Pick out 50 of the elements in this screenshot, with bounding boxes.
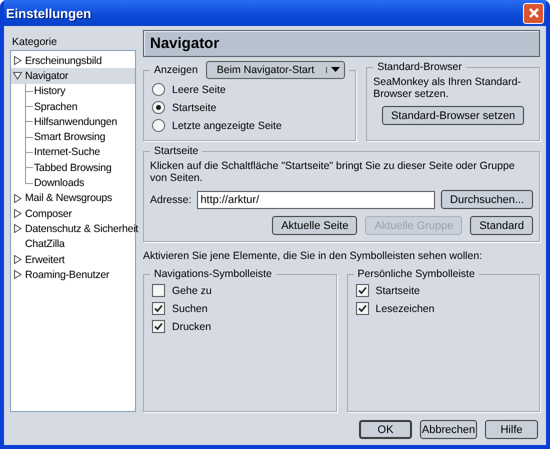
- tree-item[interactable]: History: [11, 84, 135, 99]
- dialog-button[interactable]: Hilfe: [485, 420, 538, 439]
- group-label: Startseite: [154, 145, 198, 157]
- tree-item[interactable]: Mail & Newsgroups: [11, 190, 135, 206]
- checkbox[interactable]: [152, 284, 165, 297]
- tree-item[interactable]: Roaming-Benutzer: [11, 267, 135, 282]
- checkbox[interactable]: [152, 302, 165, 315]
- homepage-button[interactable]: Aktuelle Seite: [272, 216, 358, 235]
- address-field[interactable]: http://arktur/: [197, 190, 436, 208]
- close-button[interactable]: [523, 2, 544, 24]
- dialog-button[interactable]: OK: [359, 420, 412, 439]
- description-text: SeaMonkey als Ihren Standard-Browser setzen.: [373, 76, 522, 100]
- address-label: Adresse:: [150, 194, 192, 206]
- checkbox[interactable]: [356, 302, 368, 315]
- homepage-button[interactable]: Standard: [470, 216, 533, 235]
- dialog-button[interactable]: Abbrechen: [420, 420, 477, 439]
- group-label: Standard-Browser: [377, 61, 462, 73]
- checkbox[interactable]: [152, 320, 165, 333]
- checkbox[interactable]: [356, 284, 368, 297]
- category-label: Kategorie: [12, 36, 58, 48]
- expand-icon[interactable]: [13, 56, 22, 66]
- close-icon: [528, 7, 540, 19]
- browse-button[interactable]: Durchsuchen...: [441, 190, 533, 209]
- dropdown-arrow-icon: [326, 67, 340, 73]
- toolbars-intro-text: Aktivieren Sie jene Elemente, die Sie in den Symbolleisten sehen wollen:: [143, 250, 484, 262]
- group-label: Persönliche Symbolleiste: [358, 268, 475, 280]
- panel-header: Navigator: [143, 30, 540, 57]
- radio-label[interactable]: Leere Seite: [172, 84, 226, 96]
- tree-item[interactable]: Composer: [11, 206, 135, 222]
- collapse-icon[interactable]: [13, 71, 22, 80]
- tree-item[interactable]: ChatZilla: [11, 236, 135, 252]
- checkbox-label[interactable]: Gehe zu: [172, 284, 212, 296]
- radio-button[interactable]: [152, 101, 165, 114]
- window-title: Einstellungen: [6, 6, 92, 20]
- radio-button[interactable]: [152, 83, 165, 96]
- checkbox-label[interactable]: Startseite: [376, 284, 420, 296]
- radio-label[interactable]: Letzte angezeigte Seite: [172, 120, 282, 132]
- radio-label[interactable]: Startseite: [172, 102, 216, 114]
- checkbox-label[interactable]: Lesezeichen: [376, 302, 434, 314]
- tree-item[interactable]: Erscheinungsbild: [11, 53, 135, 68]
- tree-item[interactable]: Navigator: [11, 68, 135, 84]
- radio-button[interactable]: [152, 119, 165, 132]
- group-label: Anzeigen: [154, 64, 198, 76]
- group-label: Navigations-Symbolleiste: [154, 268, 272, 280]
- description-text: Klicken auf die Schaltfläche "Startseite" bringt Sie zu dieser Seite oder Gruppe von Seiten.: [150, 160, 516, 184]
- tree-item[interactable]: Erweitert: [11, 252, 135, 268]
- set-default-browser-button[interactable]: Standard-Browser setzen: [382, 106, 524, 125]
- checkbox-label[interactable]: Drucken: [172, 320, 212, 332]
- checkbox-label[interactable]: Suchen: [172, 302, 208, 314]
- startup-dropdown[interactable]: Beim Navigator-Start: [206, 61, 346, 79]
